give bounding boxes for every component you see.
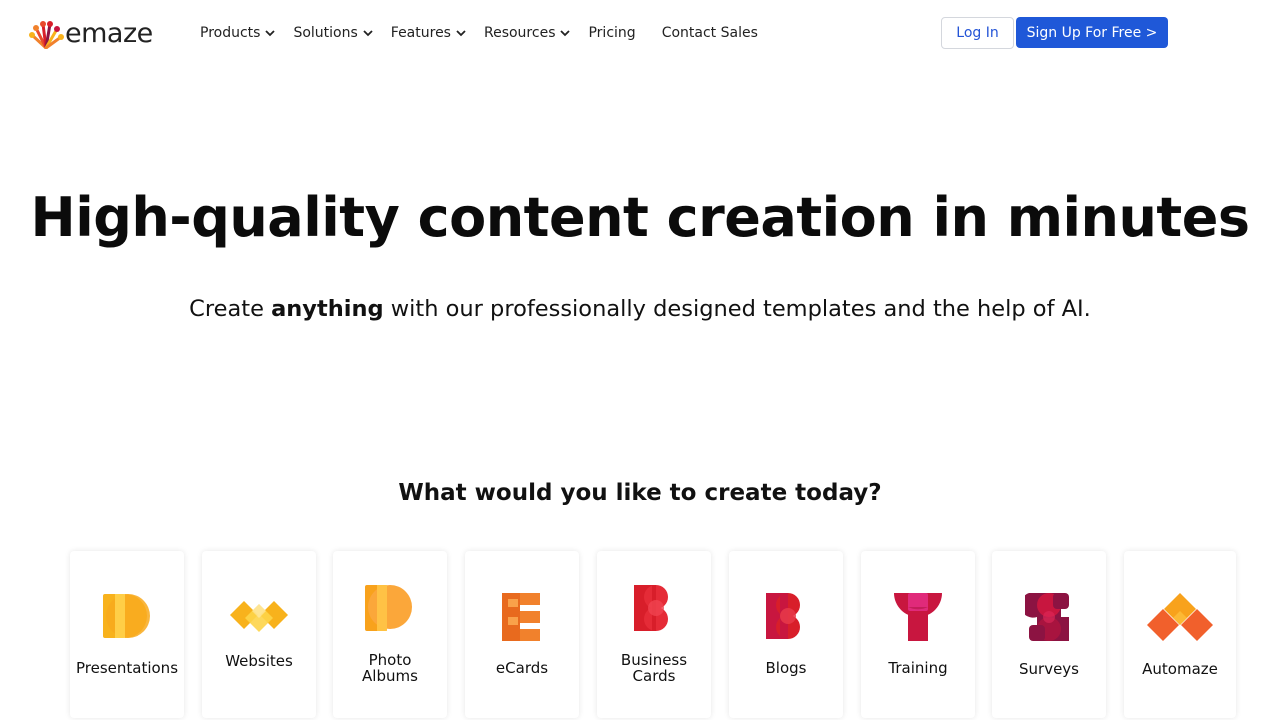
card-label-line2: Albums [362, 667, 418, 685]
chevron-down-icon [363, 29, 373, 36]
chevron-down-icon [560, 29, 571, 36]
card-label: Blogs [765, 659, 807, 677]
nav-features[interactable]: Features [391, 25, 466, 41]
nav-contact-sales[interactable]: Contact Sales [662, 25, 758, 41]
hero-sub-bold: anything [271, 296, 384, 322]
card-automaze[interactable]: Automaze [1124, 551, 1236, 718]
card-label: Automaze [1142, 660, 1218, 678]
chevron-down-icon [265, 29, 276, 36]
surveys-icon [1025, 593, 1069, 641]
card-presentations[interactable]: Presentations [70, 551, 184, 718]
create-heading: What would you like to create today? [398, 480, 882, 506]
nav-products[interactable]: Products [200, 25, 276, 41]
photo-albums-icon [365, 585, 412, 631]
card-websites[interactable]: Websites [202, 551, 316, 718]
nav-pricing-label: Pricing [588, 25, 636, 41]
card-label: Business Cards [597, 652, 711, 684]
emaze-logo[interactable]: emaze [28, 18, 153, 50]
card-label: Websites [225, 652, 293, 670]
card-label: Photo Albums [333, 652, 447, 684]
card-photo-albums[interactable]: Photo Albums [333, 551, 447, 718]
hero-subtitle: Create anything with our professionally … [0, 296, 1280, 322]
nav-solutions[interactable]: Solutions [293, 25, 373, 41]
hero-sub-pre: Create [189, 296, 272, 322]
business-cards-icon [634, 585, 668, 631]
nav-solutions-label: Solutions [293, 25, 358, 41]
automaze-icon [1147, 593, 1213, 641]
site-header: emaze Products Solutions Features Resour… [0, 0, 1280, 66]
hero-title: High-quality content creation in minutes [30, 186, 1251, 249]
card-label: Surveys [1019, 660, 1079, 678]
nav-contact-label: Contact Sales [661, 25, 758, 41]
chevron-down-icon [456, 29, 466, 36]
card-ecards[interactable]: eCards [465, 551, 579, 718]
hero-sub-post: with our professionally designed templat… [383, 296, 1091, 322]
nav-pricing[interactable]: Pricing [588, 25, 635, 41]
peacock-logo-icon [29, 21, 64, 49]
blogs-icon [766, 593, 800, 639]
logo-wordmark: emaze [65, 18, 153, 49]
card-blogs[interactable]: Blogs [729, 551, 843, 718]
main-nav: Products Solutions Features Resources Pr… [200, 22, 784, 44]
nav-resources-label: Resources [483, 25, 556, 41]
card-surveys[interactable]: Surveys [992, 551, 1106, 718]
nav-resources[interactable]: Resources [484, 25, 571, 41]
login-button[interactable]: Log In [941, 17, 1014, 49]
card-training[interactable]: Training [861, 551, 975, 718]
card-label: Training [888, 659, 948, 677]
nav-products-label: Products [200, 25, 261, 41]
card-business-cards[interactable]: Business Cards [597, 551, 711, 718]
signup-button[interactable]: Sign Up For Free > [1016, 17, 1168, 48]
ecards-icon [502, 593, 540, 641]
card-label: eCards [495, 659, 549, 677]
card-label-line2: Cards [632, 667, 676, 685]
presentations-icon [103, 594, 150, 638]
nav-features-label: Features [390, 25, 451, 41]
training-icon [894, 593, 942, 641]
card-label: Presentations [75, 659, 179, 677]
websites-icon [230, 601, 288, 632]
